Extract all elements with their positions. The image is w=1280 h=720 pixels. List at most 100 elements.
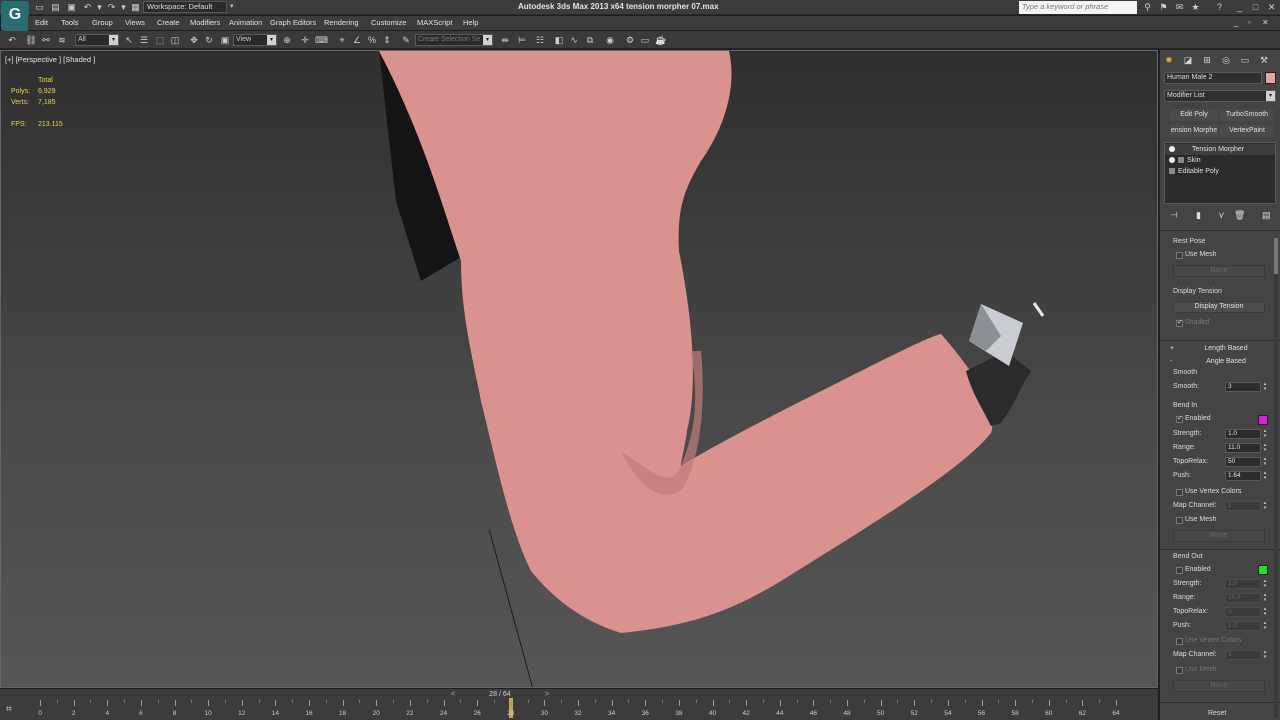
bend-in-strength-spinner[interactable]: 1.0	[1225, 429, 1261, 439]
undo-icon[interactable]: ↶	[82, 2, 93, 12]
spinner-arrows-icon[interactable]: ▴ ▾	[1262, 501, 1268, 511]
show-end-result-icon[interactable]: ▮	[1196, 210, 1201, 221]
application-menu-button[interactable]: G	[1, 1, 29, 31]
make-unique-icon[interactable]: ⋎	[1218, 210, 1225, 221]
bend-in-use-mesh-checkbox[interactable]	[1176, 517, 1183, 524]
spinner-arrows-icon[interactable]: ▴ ▾	[1262, 650, 1268, 660]
hierarchy-tab-icon[interactable]: ⊞	[1200, 53, 1214, 67]
maximize-icon[interactable]: □	[1250, 2, 1261, 13]
new-file-icon[interactable]: ▭	[34, 2, 45, 12]
display-tab-icon[interactable]: ▭	[1238, 53, 1252, 67]
bend-out-range-spinner[interactable]: 10.0	[1225, 593, 1261, 603]
menu-graph-editors[interactable]: Graph Editors	[270, 18, 316, 27]
select-by-name-icon[interactable]: ☰	[138, 34, 150, 46]
perspective-viewport[interactable]: [+] [Perspective ] [Shaded ] Total Polys…	[0, 50, 1158, 688]
select-and-link-icon[interactable]: ⛓	[25, 34, 37, 46]
time-slider[interactable]: < 28 / 64 >	[0, 689, 1158, 700]
lightbulb-icon[interactable]	[1169, 157, 1175, 163]
workspace-dropdown[interactable]: Workspace: Default	[143, 1, 227, 13]
stack-item-editable-poly[interactable]: Editable Poly	[1165, 166, 1275, 177]
motion-tab-icon[interactable]: ◎	[1219, 53, 1233, 67]
subscription-icon[interactable]: ⚑	[1158, 2, 1169, 13]
menu-views[interactable]: Views	[125, 18, 145, 27]
minimize-icon[interactable]: _	[1234, 2, 1245, 13]
bend-in-none-button[interactable]: None	[1173, 530, 1265, 542]
remove-modifier-icon[interactable]: 🗑	[1234, 210, 1245, 221]
layer-manager-icon[interactable]: ☷	[534, 34, 546, 46]
bend-in-map-channel-spinner[interactable]: 1	[1225, 501, 1261, 511]
expand-icon[interactable]	[1178, 157, 1184, 163]
length-based-expand-icon[interactable]: +	[1170, 345, 1174, 352]
render-setup-icon[interactable]: ⚙	[624, 34, 636, 46]
close-icon[interactable]: ✕	[1266, 2, 1277, 13]
communication-center-icon[interactable]: ✉	[1174, 2, 1185, 13]
edit-poly-button[interactable]: Edit Poly	[1170, 109, 1218, 121]
bend-out-enabled-checkbox[interactable]	[1176, 567, 1183, 574]
shaded-checkbox[interactable]	[1176, 318, 1183, 327]
spinner-arrows-icon[interactable]: ▴ ▾	[1262, 457, 1268, 467]
rendered-frame-window-icon[interactable]: ▭	[639, 34, 651, 46]
graphite-toolset-icon[interactable]: ◧	[553, 34, 565, 46]
menu-tools[interactable]: Tools	[61, 18, 79, 27]
select-object-icon[interactable]: ↖	[123, 34, 135, 46]
angle-snap-icon[interactable]: ∠	[351, 34, 363, 46]
undo-dropdown-icon[interactable]: ▾	[94, 2, 105, 12]
smooth-spinner[interactable]: 3	[1225, 382, 1261, 392]
previous-frame-icon[interactable]: <	[448, 690, 458, 699]
tension-morpher-button[interactable]: ension Morphe	[1170, 125, 1218, 137]
project-folder-icon[interactable]: ▦	[130, 2, 141, 12]
menu-create[interactable]: Create	[157, 18, 180, 27]
spinner-arrows-icon[interactable]: ▴ ▾	[1262, 579, 1268, 589]
utilities-tab-icon[interactable]: ⚒	[1257, 53, 1271, 67]
window-crossing-icon[interactable]: ◫	[169, 34, 181, 46]
bend-in-use-vertex-colors-checkbox[interactable]	[1176, 489, 1183, 496]
bend-out-push-spinner[interactable]: 1.0	[1225, 621, 1261, 631]
keyboard-shortcut-override-icon[interactable]: ⌨	[315, 34, 328, 46]
vertexpaint-button[interactable]: VertexPaint	[1220, 125, 1274, 137]
open-file-icon[interactable]: ▤	[50, 2, 61, 12]
stack-item-skin[interactable]: Skin	[1165, 155, 1275, 166]
menu-customize[interactable]: Customize	[371, 18, 406, 27]
reset-label[interactable]: Reset	[1208, 710, 1226, 717]
bend-out-use-vertex-colors-checkbox[interactable]	[1176, 638, 1183, 645]
angle-based-rollout[interactable]: Angle Based	[1180, 357, 1272, 369]
lightbulb-icon[interactable]	[1169, 146, 1175, 152]
frame-counter[interactable]: 28 / 64	[459, 690, 541, 699]
search-icon[interactable]: ⚲	[1142, 2, 1153, 13]
select-and-rotate-icon[interactable]: ↻	[203, 34, 215, 46]
menu-rendering[interactable]: Rendering	[324, 18, 359, 27]
spinner-arrows-icon[interactable]: ▴ ▾	[1262, 607, 1268, 617]
selection-filter-dropdown[interactable]: All ▾	[75, 34, 119, 46]
select-and-scale-icon[interactable]: ▣	[219, 34, 231, 46]
named-selection-set-dropdown[interactable]: Create Selection Se ▾	[415, 34, 493, 46]
pivot-center-icon[interactable]: ⊕	[281, 34, 293, 46]
material-editor-icon[interactable]: ◉	[604, 34, 616, 46]
bend-out-none-button[interactable]: None	[1173, 680, 1265, 692]
rectangular-selection-icon[interactable]: ⬚	[154, 34, 166, 46]
workspace-dropdown-arrow-icon[interactable]: ▾	[230, 2, 234, 10]
object-color-swatch[interactable]	[1265, 72, 1276, 84]
rest-pose-use-mesh-checkbox[interactable]	[1176, 252, 1183, 259]
unlink-icon[interactable]: ⚯	[40, 34, 52, 46]
create-tab-icon[interactable]: ✹	[1162, 53, 1176, 67]
doc-restore-icon[interactable]: ▫	[1248, 18, 1251, 27]
display-tension-button[interactable]: Display Tension	[1173, 301, 1265, 313]
bind-space-warp-icon[interactable]: ≋	[56, 34, 68, 46]
render-production-icon[interactable]: ☕	[655, 34, 667, 46]
menu-modifiers[interactable]: Modifiers	[190, 18, 220, 27]
bend-out-use-mesh-checkbox[interactable]	[1176, 667, 1183, 674]
track-bar[interactable]: ⌗ 0 2 4 6 8 10 12 14 16 18 20 22 24 26 28 30 32 34 36 38 40 4…	[0, 698, 1158, 720]
redo-icon[interactable]: ↷	[106, 2, 117, 12]
percent-snap-icon[interactable]: %	[366, 34, 378, 46]
rest-pose-none-button[interactable]: None	[1173, 265, 1265, 277]
doc-close-icon[interactable]: ✕	[1262, 18, 1269, 27]
key-filter-icon[interactable]: ⌗	[6, 704, 12, 715]
pin-stack-icon[interactable]: ⊣	[1170, 210, 1178, 221]
undo-toolbar-icon[interactable]: ↶	[6, 34, 18, 46]
menu-maxscript[interactable]: MAXScript	[417, 18, 452, 27]
schematic-view-icon[interactable]: ⧉	[584, 34, 596, 46]
viewport-label[interactable]: [+] [Perspective ] [Shaded ]	[5, 55, 95, 64]
turbosmooth-button[interactable]: TurboSmooth	[1220, 109, 1274, 121]
bend-out-map-channel-spinner[interactable]: 1	[1225, 650, 1261, 660]
select-and-move-icon[interactable]: ✥	[188, 34, 200, 46]
